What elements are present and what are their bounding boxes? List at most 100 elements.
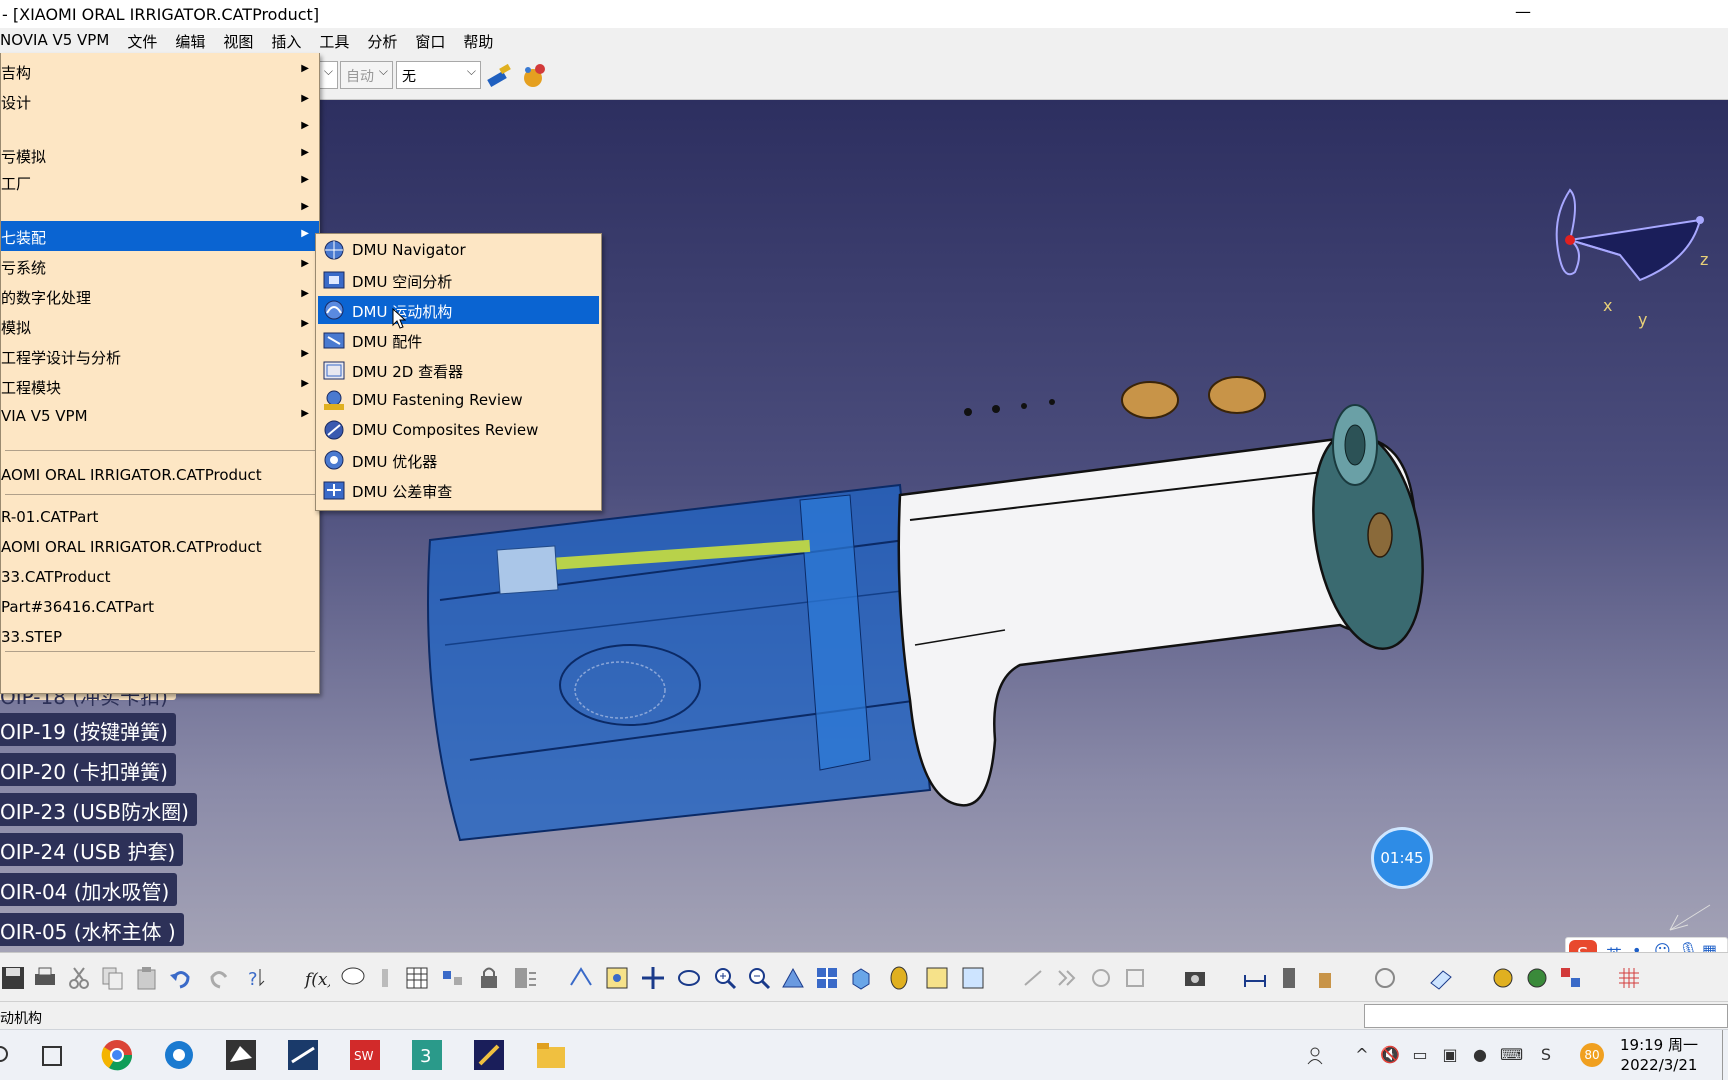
- recent-file-item[interactable]: AOMI ORAL IRRIGATOR.CATProduct: [1, 532, 319, 562]
- submenu-item-dmu-composites-review[interactable]: DMU Composites Review: [318, 416, 599, 444]
- start-menu-item[interactable]: 的数字化处理 ▶: [1, 281, 319, 311]
- zoom-in-icon[interactable]: [712, 965, 738, 991]
- combo-partial[interactable]: ⌵: [318, 61, 338, 89]
- fit-all-icon[interactable]: [604, 965, 630, 991]
- minimize-button[interactable]: —: [1503, 2, 1543, 26]
- rotate-icon[interactable]: [676, 965, 702, 991]
- file-explorer-icon[interactable]: [534, 1038, 568, 1072]
- render-icon[interactable]: [1490, 965, 1516, 991]
- camera-icon[interactable]: [1182, 965, 1208, 991]
- volume-muted-icon[interactable]: 🔇: [1380, 1045, 1400, 1065]
- comment-icon[interactable]: [340, 965, 366, 991]
- menu-insert[interactable]: 插入: [262, 28, 310, 53]
- submenu-item-dmu-optimizer[interactable]: DMU 优化器: [318, 446, 599, 474]
- task-view-icon[interactable]: [40, 1043, 66, 1069]
- menu-analysis[interactable]: 分析: [358, 28, 406, 53]
- assembly-icon[interactable]: [512, 965, 538, 991]
- start-menu-item[interactable]: 亏系统 ▶: [1, 251, 319, 281]
- tree-item[interactable]: OIP-20 (卡扣弹簧): [0, 753, 176, 786]
- formula-icon[interactable]: f(x): [304, 965, 330, 991]
- start-menu-item[interactable]: 亏模拟 ▶: [1, 140, 319, 170]
- recording-timer[interactable]: 01:45: [1371, 827, 1433, 889]
- fly-mode-icon[interactable]: [568, 965, 594, 991]
- print-icon[interactable]: [32, 965, 58, 991]
- badge[interactable]: 80: [1580, 1043, 1604, 1067]
- edge-icon[interactable]: [162, 1038, 196, 1072]
- compass-icon[interactable]: [1540, 180, 1720, 310]
- tree-item[interactable]: OIP-23 (USB防水圈): [0, 793, 197, 826]
- start-menu-item[interactable]: 吉构 ▶: [1, 56, 319, 86]
- submenu-item-dmu-fastening-review[interactable]: DMU Fastening Review: [318, 386, 599, 414]
- paste-icon[interactable]: [134, 965, 160, 991]
- layer-combo[interactable]: 无 ⌵: [396, 61, 481, 89]
- iso-view-icon[interactable]: [848, 965, 874, 991]
- hide-show-icon[interactable]: [924, 965, 950, 991]
- multi-view-icon[interactable]: [814, 965, 840, 991]
- people-icon[interactable]: [1305, 1045, 1325, 1065]
- start-menu-item[interactable]: 模拟 ▶: [1, 311, 319, 341]
- submenu-item-dmu-space-analysis[interactable]: DMU 空间分析: [318, 266, 599, 294]
- tree-item[interactable]: OIR-04 (加水吸管): [0, 873, 178, 906]
- show-desktop-button[interactable]: [1722, 1030, 1728, 1080]
- clock[interactable]: 19:19 周一 2022/3/21: [1620, 1035, 1698, 1075]
- sensor-disabled-icon[interactable]: [1122, 965, 1148, 991]
- tree-item[interactable]: OIP-19 (按键弹簧): [0, 713, 176, 746]
- start-menu-item[interactable]: ▶: [1, 113, 319, 143]
- solidworks-icon[interactable]: SW: [348, 1038, 382, 1072]
- inertia-icon[interactable]: [1278, 965, 1304, 991]
- start-menu-item[interactable]: 工厂 ▶: [1, 167, 319, 197]
- command-input[interactable]: [1364, 1004, 1728, 1028]
- menu-window[interactable]: 窗口: [406, 28, 454, 53]
- start-menu-item[interactable]: 工程模块 ▶: [1, 371, 319, 401]
- graphic-properties-icon[interactable]: [520, 61, 550, 91]
- submenu-item-dmu-2d-viewer[interactable]: DMU 2D 查看器: [318, 356, 599, 384]
- green-app-icon[interactable]: ●: [1470, 1045, 1490, 1065]
- start-menu-item[interactable]: 工程学设计与分析 ▶: [1, 341, 319, 371]
- start-menu-item[interactable]: ▶: [1, 194, 319, 224]
- tray-expand-icon[interactable]: ^: [1352, 1045, 1372, 1065]
- play-disabled-icon[interactable]: [1054, 965, 1080, 991]
- joint-disabled-icon[interactable]: [1088, 965, 1114, 991]
- catalog-icon[interactable]: [440, 965, 466, 991]
- line-type-combo[interactable]: 自动 ⌵: [340, 61, 393, 89]
- format-painter-icon[interactable]: [484, 61, 514, 91]
- start-menu-item[interactable]: VIA V5 VPM ▶: [1, 401, 319, 431]
- shading-icon[interactable]: [886, 965, 912, 991]
- apply-material-icon[interactable]: [1558, 965, 1584, 991]
- normal-view-icon[interactable]: [780, 965, 806, 991]
- submenu-item-dmu-navigator[interactable]: DMU Navigator: [318, 236, 599, 264]
- measure-icon[interactable]: [1242, 965, 1268, 991]
- sketch-icon[interactable]: [1428, 965, 1454, 991]
- grid-icon[interactable]: [1616, 965, 1642, 991]
- undo-icon[interactable]: [168, 965, 194, 991]
- submenu-item-dmu-kinematics[interactable]: DMU 运动机构: [318, 296, 599, 324]
- submenu-item-dmu-fitting[interactable]: DMU 配件: [318, 326, 599, 354]
- knowledge-icon[interactable]: [372, 965, 398, 991]
- menu-tools[interactable]: 工具: [310, 28, 358, 53]
- catia-v5-icon[interactable]: [472, 1038, 506, 1072]
- update-icon[interactable]: [1372, 965, 1398, 991]
- recent-file-item[interactable]: R-01.CATPart: [1, 502, 319, 532]
- search-icon[interactable]: [0, 1044, 14, 1066]
- menu-view[interactable]: 视图: [214, 28, 262, 53]
- sogou-tray-icon[interactable]: S: [1536, 1045, 1556, 1065]
- lock-icon[interactable]: [476, 965, 502, 991]
- whats-this-icon[interactable]: ?: [244, 965, 270, 991]
- keyboard-icon[interactable]: ⌨: [1500, 1045, 1523, 1065]
- menu-file[interactable]: 文件: [118, 28, 166, 53]
- menu-edit[interactable]: 编辑: [166, 28, 214, 53]
- table-icon[interactable]: [404, 965, 430, 991]
- rhino-icon[interactable]: [224, 1038, 258, 1072]
- swap-space-icon[interactable]: [960, 965, 986, 991]
- recent-file-item[interactable]: Part#36416.CATPart: [1, 592, 319, 622]
- recent-file-item[interactable]: 33.STEP: [1, 622, 319, 652]
- battery-icon[interactable]: ▭: [1410, 1045, 1430, 1065]
- catia-icon[interactable]: [286, 1038, 320, 1072]
- app-3-icon[interactable]: 3: [410, 1038, 444, 1072]
- menu-start[interactable]: NOVIA V5 VPM: [0, 28, 118, 53]
- start-menu-item[interactable]: 设计 ▶: [1, 86, 319, 116]
- pan-icon[interactable]: [640, 965, 666, 991]
- zoom-out-icon[interactable]: [746, 965, 772, 991]
- weight-icon[interactable]: [1312, 965, 1338, 991]
- tree-item[interactable]: OIR-05 (水杯主体 ): [0, 913, 184, 946]
